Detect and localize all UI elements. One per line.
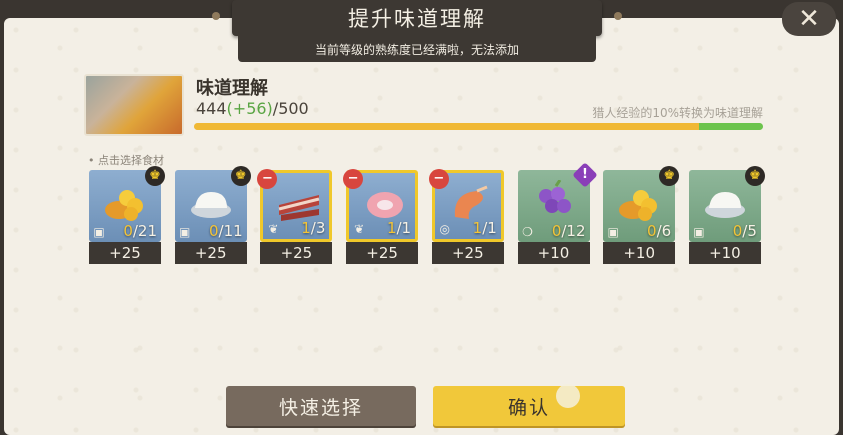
count-have: 1: [472, 219, 483, 237]
touch-indicator: [556, 384, 580, 408]
progress-fill: [194, 123, 700, 130]
remove-icon[interactable]: −: [343, 169, 364, 189]
golden-coins-icon: [101, 180, 149, 222]
fruit-category-icon: ❍: [522, 225, 533, 239]
count-have: 0: [647, 222, 657, 240]
ingredient-count: 0/6: [647, 222, 671, 240]
milk-category-icon: ▣: [93, 225, 105, 239]
count-total: /1: [482, 219, 497, 237]
skill-progress-bar: [194, 123, 763, 130]
cream-icon: [187, 180, 235, 222]
milk-category-icon: ▣: [607, 225, 619, 239]
skill-name: 味道理解: [196, 78, 268, 99]
count-total: /5: [742, 222, 757, 240]
progress-gain-fill: [699, 123, 763, 130]
ingredient-count: 0/12: [552, 222, 586, 240]
fish-category-icon: ◎: [439, 222, 451, 236]
progress-max: /500: [272, 99, 309, 118]
purple-berries-icon: [530, 179, 578, 222]
cream-icon: [701, 180, 749, 222]
ingredient-count: 0/21: [123, 222, 157, 240]
ingredient-card[interactable]: ▣ 0/5 ♚: [688, 166, 765, 242]
type-icon: ♚: [230, 166, 251, 186]
count-have: 0: [732, 222, 743, 240]
ingredient-exp: +10: [688, 242, 761, 264]
count-total: /21: [132, 222, 157, 240]
ingredient-exp: +25: [346, 242, 419, 264]
ingredient-exp: +25: [260, 242, 333, 264]
ingredient-count: 0/5: [733, 222, 757, 240]
golden-coins-icon: [615, 180, 663, 222]
progress-gain: (+56): [226, 99, 273, 118]
close-button[interactable]: ✕: [782, 2, 836, 36]
ingredient-count: 1/1: [473, 219, 497, 237]
type-icon: ♚: [744, 166, 765, 186]
progress-current: 444: [196, 99, 227, 118]
close-icon: ✕: [798, 4, 820, 34]
count-have: 0: [551, 222, 562, 240]
quick-select-button[interactable]: 快速选择: [226, 386, 416, 426]
ingredient-exp: +10: [517, 242, 590, 264]
ingredient-card[interactable]: ◎ 1/1 −: [428, 169, 504, 242]
dialog-title: 提升味道理解: [212, 0, 622, 36]
milk-category-icon: ▣: [179, 225, 191, 239]
status-message: 当前等级的熟练度已经满啦，无法添加: [238, 36, 596, 62]
skill-progress-text: 444(+56)/500: [196, 99, 309, 118]
ingredient-count: 0/11: [209, 222, 243, 240]
count-have: 0: [123, 222, 133, 240]
confirm-button[interactable]: 确认: [433, 386, 625, 426]
remove-icon[interactable]: −: [428, 169, 449, 189]
type-icon: ♚: [145, 166, 165, 186]
count-have: 0: [209, 222, 219, 240]
ingredient-count: 1/1: [387, 219, 411, 237]
ingredient-card[interactable]: ❦ 1/3 −: [257, 169, 333, 242]
count-total: /6: [656, 222, 672, 240]
count-have: 1: [301, 219, 311, 237]
count-total: /3: [310, 219, 326, 237]
dish-image: [84, 74, 184, 136]
ingredient-exp: +10: [603, 242, 676, 264]
ingredient-card[interactable]: ❦ 1/1 −: [343, 169, 419, 242]
conversion-note: 猎人经验的10%转换为味道理解: [592, 106, 763, 120]
ingredient-count: 1/3: [301, 219, 325, 237]
count-total: /1: [396, 219, 412, 237]
ingredient-card[interactable]: ▣ 0/11 ♚: [174, 166, 251, 242]
ingredient-exp: +25: [174, 242, 247, 264]
ingredient-exp: +25: [89, 242, 161, 264]
ingredient-exp: +25: [431, 242, 504, 264]
meat-category-icon: ❦: [268, 222, 279, 236]
milk-category-icon: ▣: [693, 225, 705, 239]
remove-icon[interactable]: −: [257, 169, 278, 189]
ingredient-card[interactable]: ❍ 0/12!: [517, 162, 598, 242]
ingredient-card[interactable]: ▣ 0/21 ♚: [89, 166, 165, 242]
meat-category-icon: ❦: [354, 222, 365, 236]
ingredient-card[interactable]: ▣ 0/6 ♚: [603, 166, 680, 242]
count-total: /11: [218, 222, 243, 240]
count-total: /12: [561, 222, 586, 240]
